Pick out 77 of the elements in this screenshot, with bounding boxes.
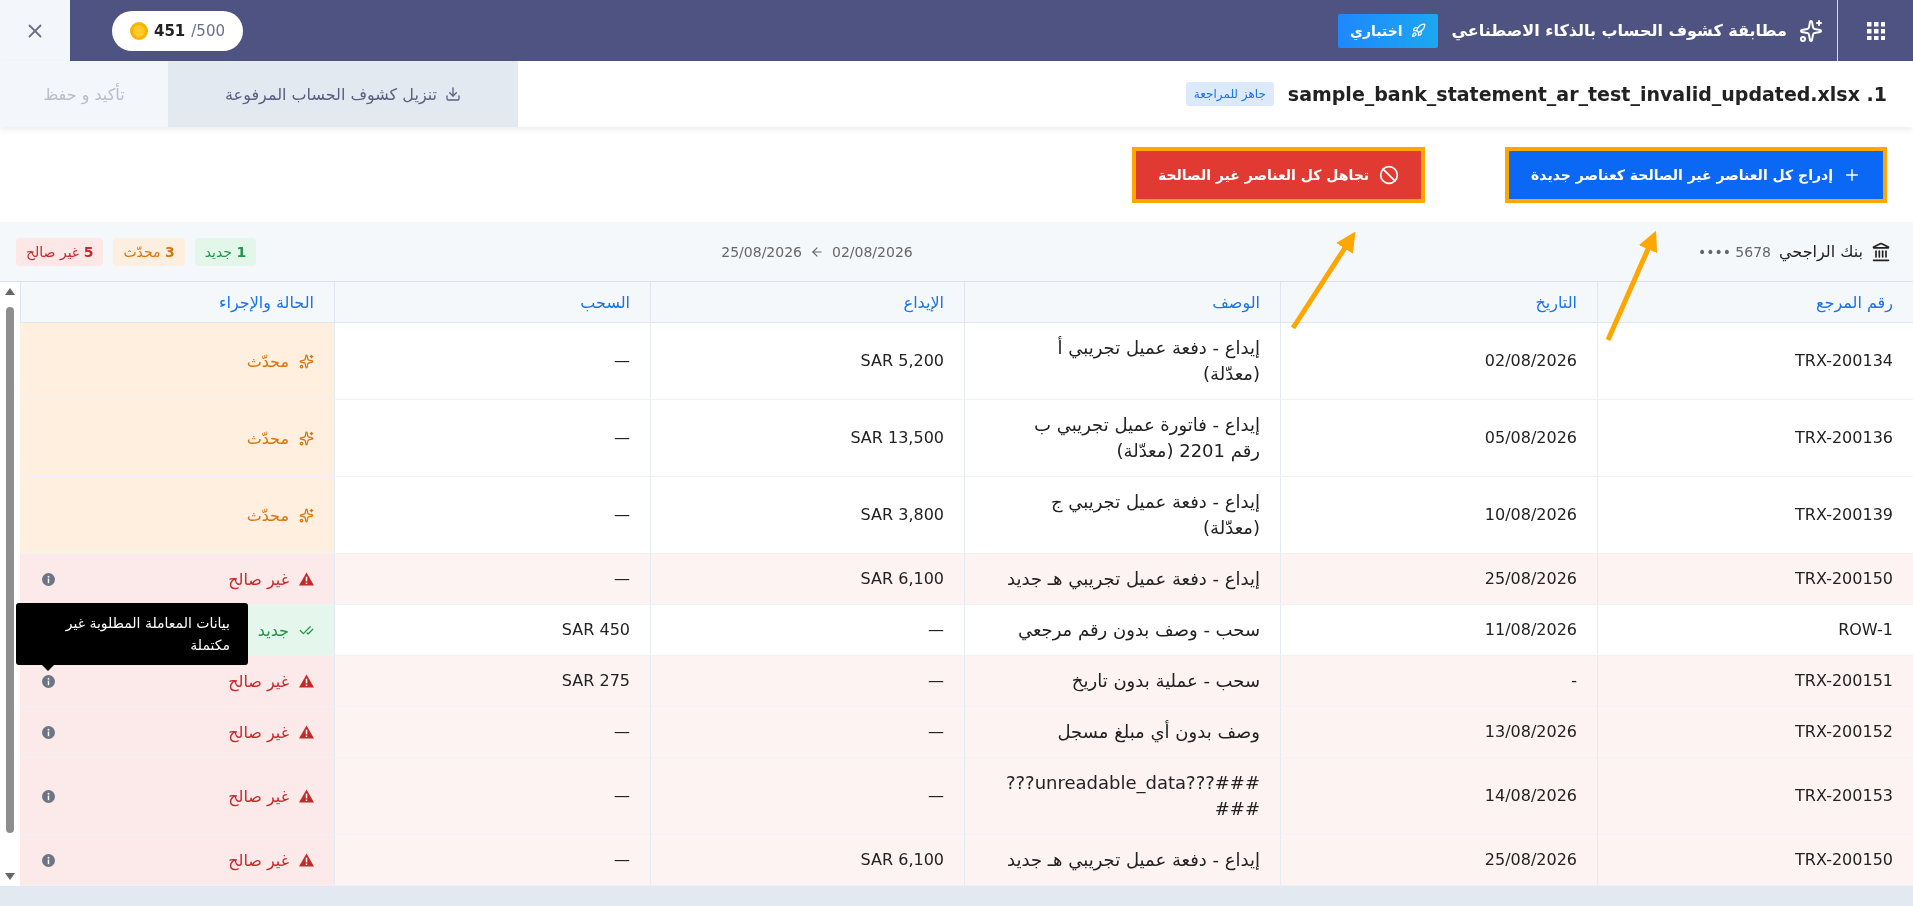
table-cell: — xyxy=(334,835,650,885)
credits-used: 451 xyxy=(154,21,186,40)
table-cell: TRX-200153 xyxy=(1597,758,1913,834)
table-cell: — xyxy=(650,656,964,706)
table-cell: SAR 6,100 xyxy=(650,835,964,885)
credits-total: /500 xyxy=(191,21,225,40)
coin-icon xyxy=(130,21,148,40)
info-icon[interactable] xyxy=(42,572,55,586)
info-icon[interactable] xyxy=(42,853,55,867)
status-label: محدّث xyxy=(246,428,289,448)
warning-icon xyxy=(299,725,314,739)
info-icon[interactable] xyxy=(42,725,55,739)
status-label: جديد xyxy=(257,620,289,640)
ignore-all-button[interactable]: تجاهل كل العناصر غير الصالحة xyxy=(1132,146,1426,203)
column-header: السحب xyxy=(334,282,650,322)
bank-name: بنك الراجحي xyxy=(1779,242,1863,261)
insert-all-button[interactable]: إدراج كل العناصر غير الصالحة كعناصر جديدة xyxy=(1505,146,1887,203)
table-cell: — xyxy=(334,554,650,604)
table-cell: 25/08/2026 xyxy=(1280,554,1597,604)
status-badge: جاهز للمراجعة xyxy=(1185,82,1274,106)
date-from: 02/08/2026 xyxy=(832,243,913,260)
date-to: 25/08/2026 xyxy=(721,243,802,260)
sparkle-icon xyxy=(299,353,314,369)
bank-icon xyxy=(1871,241,1891,262)
table-cell: — xyxy=(650,758,964,834)
tab[interactable]: تنزيل كشوف الحساب المرفوعة xyxy=(168,61,518,127)
test-badge: اختباري xyxy=(1338,13,1438,48)
warning-icon xyxy=(299,674,314,688)
sparkle-icon xyxy=(299,430,314,446)
apps-grid-icon[interactable] xyxy=(1866,21,1885,40)
table-cell: TRX-200150 xyxy=(1597,554,1913,604)
table-cell: سحب - عملية بدون تاريخ xyxy=(964,656,1280,706)
warning-icon xyxy=(299,853,314,867)
status-label: غير صالح xyxy=(228,671,289,691)
status-label: غير صالح xyxy=(228,850,289,870)
status-label: غير صالح xyxy=(228,722,289,742)
app-title: مطابقة كشوف الحساب بالذكاء الاصطناعي xyxy=(1451,21,1787,40)
column-header: التاريخ xyxy=(1280,282,1597,322)
tooltip-pointer xyxy=(42,665,54,671)
status-label: محدّث xyxy=(246,505,289,525)
table-cell: ###???unreadable_data???### xyxy=(964,758,1280,834)
status-label: محدّث xyxy=(246,351,289,371)
table-cell: TRX-200152 xyxy=(1597,707,1913,757)
table-cell: وصف بدون أي مبلغ مسجل xyxy=(964,707,1280,757)
account-number: •••• 5678 xyxy=(1697,243,1771,260)
scroll-up-icon[interactable] xyxy=(5,288,15,295)
status-label: غير صالح xyxy=(228,569,289,589)
sparkle-icon xyxy=(1799,18,1823,43)
table-cell: SAR 6,100 xyxy=(650,554,964,604)
warning-icon xyxy=(299,572,314,586)
table-cell: — xyxy=(334,758,650,834)
column-header: الإيداع xyxy=(650,282,964,322)
warning-icon xyxy=(299,789,314,803)
info-icon[interactable] xyxy=(42,789,55,803)
table-cell: 25/08/2026 xyxy=(1280,835,1597,885)
table-cell: TRX-200151 xyxy=(1597,656,1913,706)
arrow-left-icon xyxy=(810,244,824,259)
column-header: رقم المرجع xyxy=(1597,282,1913,322)
table-cell: 14/08/2026 xyxy=(1280,758,1597,834)
table-cell: 13/08/2026 xyxy=(1280,707,1597,757)
file-title: 1. sample_bank_statement_ar_test_invalid_updated.xlsx xyxy=(1287,83,1887,105)
table-cell: — xyxy=(650,707,964,757)
horizontal-scrollbar[interactable] xyxy=(0,886,1913,906)
table-cell: - xyxy=(1280,656,1597,706)
sparkle-icon xyxy=(299,507,314,523)
table-cell: TRX-200150 xyxy=(1597,835,1913,885)
table-cell: SAR 275 xyxy=(334,656,650,706)
info-icon[interactable] xyxy=(42,674,55,688)
ban-icon xyxy=(1379,164,1400,185)
table-cell: — xyxy=(334,707,650,757)
table-cell: إيداع - دفعة عميل تجريبي هـ جديد xyxy=(964,835,1280,885)
table-cell: إيداع - دفعة عميل تجريبي هـ جديد xyxy=(964,554,1280,604)
scroll-down-icon[interactable] xyxy=(5,873,15,880)
column-header: الوصف xyxy=(964,282,1280,322)
rocket-icon xyxy=(1410,23,1426,38)
download-icon xyxy=(445,86,461,102)
status-label: غير صالح xyxy=(228,786,289,806)
